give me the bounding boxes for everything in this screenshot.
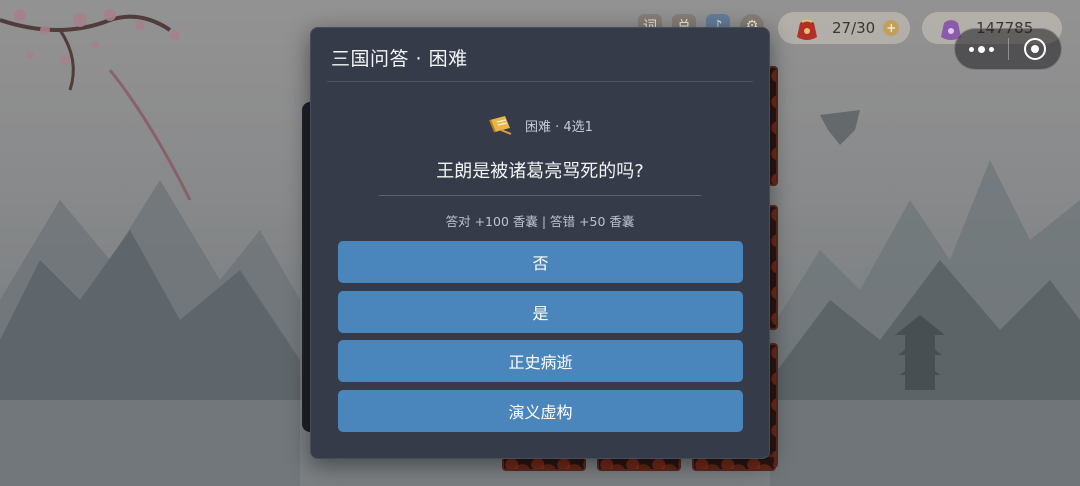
option-button-4[interactable]: 演义虚构 <box>338 389 743 432</box>
close-target-icon[interactable] <box>1009 38 1061 60</box>
quiz-dialog: 三国问答 · 困难 困难 · 4选1 王朗是被诸葛亮骂死的吗? 答对 +100 … <box>310 27 770 459</box>
scroll-icon <box>489 116 512 135</box>
more-dots-icon[interactable] <box>955 45 1008 53</box>
dialog-title: 三国问答 · 困难 <box>331 48 468 70</box>
mini-program-capsule <box>954 28 1062 70</box>
title-divider <box>327 81 753 82</box>
option-button-1[interactable]: 否 <box>338 241 743 283</box>
option-button-2[interactable]: 是 <box>338 290 743 333</box>
add-bag-button[interactable]: + <box>883 20 900 36</box>
option-button-3[interactable]: 正史病逝 <box>338 340 743 382</box>
bag-counter[interactable]: 27/30 + <box>778 12 910 44</box>
answer-options: 否 是 正史病逝 演义虚构 <box>338 241 743 439</box>
difficulty-row: 困难 · 4选1 <box>311 114 769 136</box>
difficulty-label: 困难 · 4选1 <box>525 119 593 135</box>
question-text: 王朗是被诸葛亮骂死的吗? <box>436 161 644 182</box>
pouch-icon <box>797 19 817 40</box>
bag-count: 27/30 <box>832 19 876 37</box>
reward-info: 答对 +100 香囊 | 答错 +50 香囊 <box>445 214 635 229</box>
question-divider <box>379 195 701 196</box>
